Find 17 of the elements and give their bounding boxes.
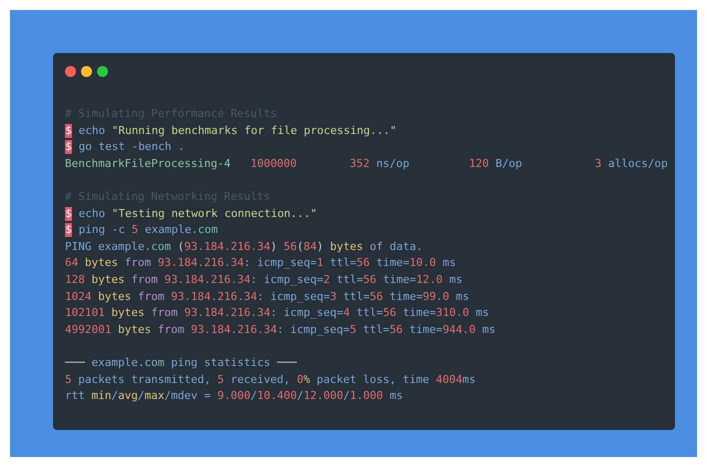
terminal-line: 64 bytes from 93.184.216.34: icmp_seq=1 ttl=56 time=10.0 ms — [65, 255, 457, 272]
terminal-line: $ ping -c 5 example.com — [65, 222, 219, 239]
terminal-line: ─── example.com ping statistics ─── — [65, 354, 298, 371]
terminal-line: $ echo "Running benchmarks for file processing..." — [65, 122, 398, 140]
maximize-button[interactable] — [97, 66, 108, 77]
close-button[interactable] — [65, 66, 76, 77]
terminal-line: 1024 bytes from 93.184.216.34: icmp_seq=3 ttl=56 time=99.0 ms — [65, 288, 470, 305]
terminal-line: 128 bytes from 93.184.216.34: icmp_seq=2 ttl=56 time=12.0 ms — [65, 272, 464, 288]
terminal-line: 102101 bytes from 93.184.216.34: icmp_seq=4 ttl=56 time=310.0 ms — [65, 305, 490, 322]
minimize-button[interactable] — [81, 66, 92, 77]
terminal-line: $ echo "Testing network connection..." — [65, 206, 318, 222]
terminal-line: PING example.com (93.184.216.34) 56(84) bytes of data. — [65, 238, 424, 255]
terminal-line: BenchmarkFileProcessing-4 1000000 352 ns/op 120 B/op 3 allocs/op — [65, 156, 667, 172]
terminal-line: rtt min/avg/max/mdev = 9.000/10.400/12.000/1.000 ms — [65, 388, 404, 404]
terminal-line: 5 packets transmitted, 5 received, 0% packet loss, time 4004ms — [65, 372, 477, 388]
terminal-line: 4992001 bytes from 93.184.216.34: icmp_seq=5 ttl=56 time=944.0 ms — [65, 322, 497, 338]
terminal-line: $ go test -bench . — [65, 139, 186, 156]
